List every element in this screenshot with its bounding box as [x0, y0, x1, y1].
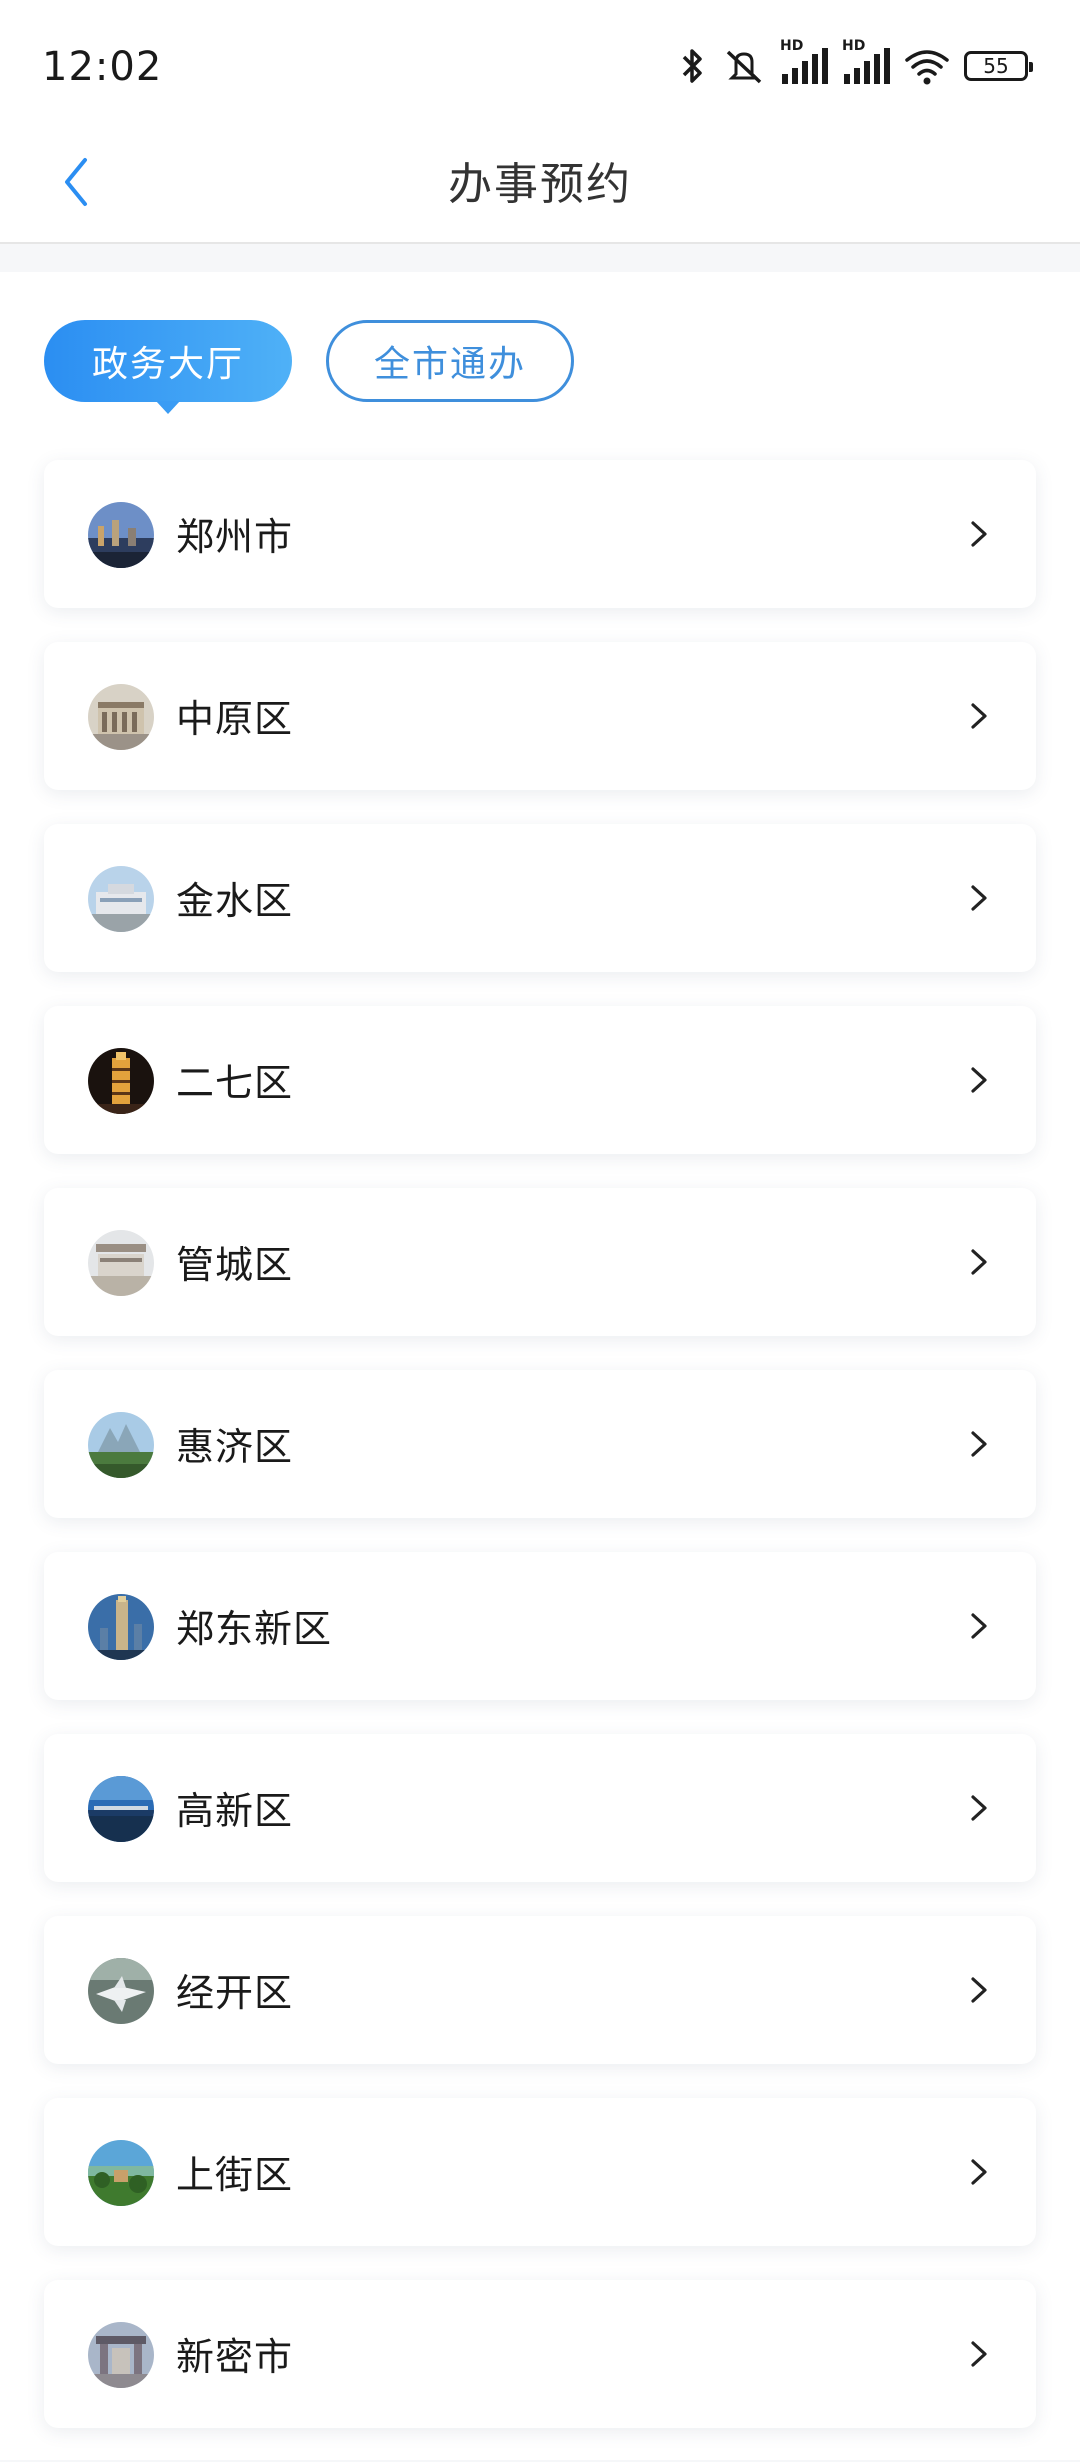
region-thumbnail	[88, 1048, 154, 1114]
battery-icon: 55	[964, 51, 1033, 81]
chevron-right-icon	[971, 1067, 987, 1093]
list-item-zhongyuan[interactable]: 中原区	[44, 642, 1036, 790]
chevron-right-icon	[971, 521, 987, 547]
region-thumbnail	[88, 1776, 154, 1842]
region-name: 新密市	[176, 2335, 294, 2379]
nav-bar: 办事预约	[0, 136, 1080, 244]
bluetooth-icon	[678, 46, 708, 86]
region-thumbnail	[88, 1412, 154, 1478]
list-item-zhengzhou[interactable]: 郑州市	[44, 460, 1036, 608]
region-name: 中原区	[176, 697, 294, 741]
region-name: 惠济区	[176, 1425, 294, 1469]
chevron-right-icon	[971, 2159, 987, 2185]
signal-hd-label: HD	[842, 38, 866, 54]
chevron-right-icon	[971, 1795, 987, 1821]
signal-hd-icon: HD	[842, 38, 890, 86]
chevron-right-icon	[971, 1613, 987, 1639]
region-name: 郑东新区	[176, 1607, 333, 1651]
region-thumbnail	[88, 684, 154, 750]
page-title: 办事预约	[448, 159, 632, 210]
chevron-right-icon	[971, 1977, 987, 2003]
list-item-huiji[interactable]: 惠济区	[44, 1370, 1036, 1518]
status-bar: 12:02 HD HD 55	[0, 0, 1080, 136]
region-thumbnail	[88, 502, 154, 568]
list-item-shangjie[interactable]: 上街区	[44, 2098, 1036, 2246]
region-thumbnail	[88, 1230, 154, 1296]
list-item-gaoxin[interactable]: 高新区	[44, 1734, 1036, 1882]
wifi-icon	[904, 46, 950, 86]
tab-government-hall[interactable]: 政务大厅	[44, 320, 292, 414]
status-time: 12:02	[42, 44, 163, 90]
region-name: 金水区	[176, 879, 294, 923]
region-name: 二七区	[176, 1061, 294, 1105]
list-item-xinmi[interactable]: 新密市	[44, 2280, 1036, 2428]
list-item-guancheng[interactable]: 管城区	[44, 1188, 1036, 1336]
list-item-erqi[interactable]: 二七区	[44, 1006, 1036, 1154]
main-content: 政务大厅 全市通办 郑州市 中原区 金水区 二七区 管城区 惠济区 郑东新区 高…	[0, 272, 1080, 2460]
chevron-right-icon	[971, 2341, 987, 2367]
chevron-right-icon	[971, 703, 987, 729]
region-name: 高新区	[176, 1789, 294, 1833]
signal-hd-icon: HD	[780, 38, 828, 86]
chevron-right-icon	[971, 1249, 987, 1275]
battery-level: 55	[983, 54, 1009, 78]
status-icons: HD HD 55	[678, 38, 1033, 88]
chevron-right-icon	[971, 885, 987, 911]
region-thumbnail	[88, 2322, 154, 2388]
region-name: 经开区	[176, 1971, 294, 2015]
region-thumbnail	[88, 866, 154, 932]
region-thumbnail	[88, 2140, 154, 2206]
region-name: 上街区	[176, 2153, 294, 2197]
region-list: 郑州市 中原区 金水区 二七区 管城区 惠济区 郑东新区 高新区 经开区 上街区…	[44, 460, 1036, 2462]
region-name: 管城区	[176, 1243, 294, 1287]
signal-hd-label: HD	[780, 38, 804, 54]
region-thumbnail	[88, 1594, 154, 1660]
list-item-zhengdong[interactable]: 郑东新区	[44, 1552, 1036, 1700]
region-name: 郑州市	[176, 515, 294, 559]
region-thumbnail	[88, 1958, 154, 2024]
silent-icon	[722, 46, 766, 86]
list-item-jinshui[interactable]: 金水区	[44, 824, 1036, 972]
list-item-jingkai[interactable]: 经开区	[44, 1916, 1036, 2064]
chevron-right-icon	[971, 1431, 987, 1457]
tab-citywide-service[interactable]: 全市通办	[326, 320, 574, 402]
tab-bar: 政务大厅 全市通办	[44, 320, 574, 414]
